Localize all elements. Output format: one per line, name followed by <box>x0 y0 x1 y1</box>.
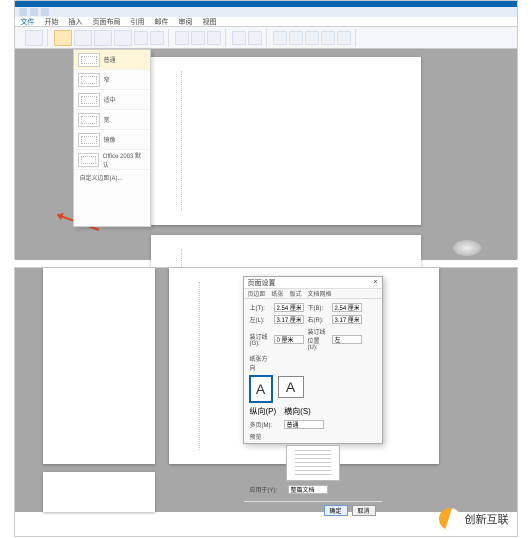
ribbon-borders-button[interactable] <box>207 31 221 45</box>
margin-thumb-icon <box>78 73 100 87</box>
dialog-body: 上(T): 下(B): 左(L): 右(R): 装订线(G): 装订线位置(U)… <box>244 299 382 501</box>
orient-portrait-label: 纵向(P) <box>250 406 277 417</box>
ribbon <box>15 27 517 49</box>
margin-thumb-icon <box>78 133 100 147</box>
margins-option-narrow[interactable]: 窄 <box>74 70 150 90</box>
margins-option-normal[interactable]: 普通 <box>74 50 150 70</box>
input-right[interactable] <box>332 315 362 324</box>
margins-option-mirrored[interactable]: 镜像 <box>74 130 150 150</box>
close-icon[interactable]: × <box>373 279 377 286</box>
margins-option-wide[interactable]: 宽 <box>74 110 150 130</box>
document-page-1[interactable] <box>151 57 421 225</box>
ribbon-wrap-button[interactable] <box>289 31 303 45</box>
dialog-tab-margins[interactable]: 页边距 <box>248 289 266 298</box>
ribbon-orientation-button[interactable] <box>74 30 92 46</box>
tab-file[interactable]: 文件 <box>21 17 35 27</box>
label-gutter-pos: 装订线位置(U): <box>308 327 328 351</box>
margins-custom-link[interactable]: 自定义边距(A)... <box>74 170 150 185</box>
ribbon-bring-forward-button[interactable] <box>305 31 319 45</box>
screenshot-bottom: 页面设置 × 页边距 纸张 版式 文档网格 上(T): 下(B): 左(L): <box>14 267 518 537</box>
watermark: 创新互联 <box>439 508 509 530</box>
qat-redo-icon[interactable] <box>41 8 49 16</box>
margins-option-office2003[interactable]: Office 2003 默认 <box>74 150 150 170</box>
label-multi: 多页(M): <box>250 420 280 429</box>
dialog-title-text: 页面设置 <box>248 278 276 288</box>
tab-insert[interactable]: 插入 <box>69 17 83 27</box>
document-page-left[interactable] <box>43 268 155 464</box>
label-preview: 预览 <box>250 432 270 441</box>
qat-undo-icon[interactable] <box>30 8 38 16</box>
blur-overlay <box>453 240 481 256</box>
ribbon-spacing-button[interactable] <box>248 31 262 45</box>
tab-mailings[interactable]: 邮件 <box>155 17 169 27</box>
screenshot-top: 文件 开始 插入 页面布局 引用 邮件 审阅 视图 <box>14 0 518 259</box>
tab-layout[interactable]: 页面布局 <box>93 17 121 27</box>
ribbon-watermark-button[interactable] <box>175 31 189 45</box>
label-left: 左(L): <box>250 315 270 324</box>
ribbon-size-button[interactable] <box>94 30 112 46</box>
document-page-left-2[interactable] <box>43 472 155 512</box>
dialog-tab-paper[interactable]: 纸张 <box>272 289 284 298</box>
ok-button[interactable]: 确定 <box>324 505 348 516</box>
input-gutter-pos[interactable] <box>332 335 362 344</box>
qat-save-icon[interactable] <box>19 8 27 16</box>
quick-access-toolbar <box>15 7 517 17</box>
page-setup-dialog: 页面设置 × 页边距 纸张 版式 文档网格 上(T): 下(B): 左(L): <box>243 276 383 444</box>
orientation-landscape[interactable]: A <box>278 376 304 398</box>
ribbon-page-color-button[interactable] <box>191 31 205 45</box>
ribbon-line-numbers-button[interactable] <box>150 31 164 45</box>
preview-thumbnail <box>286 445 340 481</box>
cancel-button[interactable]: 取消 <box>352 505 376 516</box>
ribbon-margins-button[interactable] <box>54 30 72 46</box>
tab-review[interactable]: 审阅 <box>179 17 193 27</box>
dialog-footer: 确定 取消 <box>244 501 382 519</box>
margin-thumb-icon <box>78 153 99 167</box>
margin-thumb-icon <box>78 93 100 107</box>
label-gutter: 装订线(G): <box>250 332 270 347</box>
input-apply[interactable] <box>288 485 328 494</box>
dialog-tabs: 页边距 纸张 版式 文档网格 <box>244 289 382 299</box>
tab-references[interactable]: 引用 <box>131 17 145 27</box>
dialog-titlebar: 页面设置 × <box>244 277 382 289</box>
label-top: 上(T): <box>250 303 270 312</box>
ribbon-align-button[interactable] <box>337 31 351 45</box>
ribbon-themes-button[interactable] <box>25 30 43 46</box>
orientation-portrait[interactable]: A <box>250 376 272 402</box>
label-orientation: 纸张方向 <box>250 354 270 372</box>
orient-landscape-label: 横向(S) <box>284 406 311 417</box>
margins-dropdown: 普通 窄 适中 宽 镜像 Office 2003 默认 自定义边距(A)... <box>73 49 151 227</box>
dialog-tab-grid[interactable]: 文档网格 <box>308 289 332 298</box>
ribbon-position-button[interactable] <box>273 31 287 45</box>
margins-option-moderate[interactable]: 适中 <box>74 90 150 110</box>
watermark-text: 创新互联 <box>465 511 509 527</box>
input-left[interactable] <box>274 315 304 324</box>
input-gutter[interactable] <box>274 335 304 344</box>
workspace-2: 页面设置 × 页边距 纸张 版式 文档网格 上(T): 下(B): 左(L): <box>15 268 517 512</box>
ribbon-breaks-button[interactable] <box>134 31 148 45</box>
label-bottom: 下(B): <box>308 303 328 312</box>
label-right: 右(R): <box>308 315 328 324</box>
tab-home[interactable]: 开始 <box>45 17 59 27</box>
watermark-logo-icon <box>439 508 461 530</box>
ribbon-send-back-button[interactable] <box>321 31 335 45</box>
input-top[interactable] <box>274 303 304 312</box>
label-apply: 应用于(Y): <box>250 485 284 494</box>
input-bottom[interactable] <box>332 303 362 312</box>
dialog-tab-layout[interactable]: 版式 <box>290 289 302 298</box>
input-multi[interactable] <box>284 420 324 429</box>
tab-view[interactable]: 视图 <box>203 17 217 27</box>
ribbon-columns-button[interactable] <box>114 30 132 46</box>
workspace: 普通 窄 适中 宽 镜像 Office 2003 默认 自定义边距(A)... <box>15 49 517 260</box>
margin-thumb-icon <box>78 53 100 67</box>
margin-thumb-icon <box>78 113 100 127</box>
ribbon-indent-button[interactable] <box>232 31 246 45</box>
ribbon-tabs: 文件 开始 插入 页面布局 引用 邮件 审阅 视图 <box>15 17 517 27</box>
